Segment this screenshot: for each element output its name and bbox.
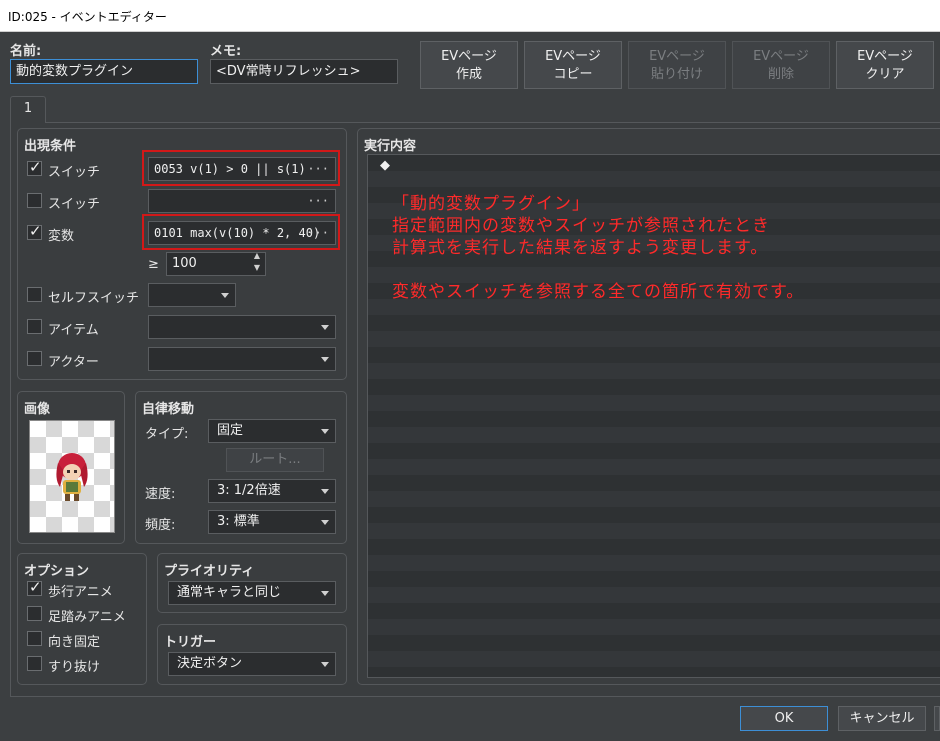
- event-image-preview[interactable]: [29, 420, 115, 533]
- chevron-down-icon: [321, 591, 329, 596]
- button-line2: 削除: [767, 67, 794, 82]
- variable-value: 0101 max(v(10) * 2, 40): [154, 226, 321, 240]
- cancel-button[interactable]: キャンセル: [838, 706, 926, 731]
- speed-value: 3: 1/2倍速: [217, 483, 281, 498]
- button-line2: コピー: [553, 67, 593, 82]
- variable-number-input[interactable]: 100 ▲ ▼: [166, 252, 266, 276]
- window-title: ID:025 - イベントエディター: [8, 10, 167, 24]
- ev-page-create-button[interactable]: EVページ 作成: [420, 41, 518, 89]
- self-switch-dropdown[interactable]: [148, 283, 236, 307]
- walking-anime-label: 歩行アニメ: [48, 585, 113, 600]
- button-line2: 作成: [455, 67, 482, 82]
- stepping-anime-label: 足踏みアニメ: [48, 610, 126, 625]
- ev-page-delete-button[interactable]: EVページ 削除: [732, 41, 830, 89]
- self-switch-label: セルフスイッチ: [48, 291, 140, 306]
- button-line1: EVページ: [857, 49, 913, 64]
- ellipsis-icon: ···: [307, 194, 329, 208]
- comment-line: 計算式を実行した結果を返すよう変更します。: [392, 238, 769, 258]
- chevron-down-icon: [321, 357, 329, 362]
- execution-title: 実行内容: [364, 139, 417, 154]
- ev-page-paste-button[interactable]: EVページ 貼り付け: [628, 41, 726, 89]
- switch1-value: 0053 v(1) > 0 || s(1): [154, 162, 306, 176]
- conditions-title: 出現条件: [24, 139, 77, 154]
- type-dropdown[interactable]: 固定: [208, 419, 336, 443]
- button-line1: EVページ: [753, 49, 809, 64]
- priority-value: 通常キャラと同じ: [177, 585, 282, 600]
- variable-label: 変数: [48, 229, 75, 244]
- switch1-checkbox[interactable]: [27, 158, 42, 176]
- button-line1: EVページ: [441, 49, 497, 64]
- direction-fix-label: 向き固定: [48, 635, 101, 650]
- variable-checkbox[interactable]: [27, 222, 42, 240]
- switch2-selector[interactable]: ···: [148, 189, 336, 213]
- actor-label: アクター: [48, 355, 99, 370]
- title-bar: ID:025 - イベントエディター: [0, 0, 940, 32]
- item-dropdown[interactable]: [148, 315, 336, 339]
- comment-line: 「動的変数プラグイン」: [392, 194, 590, 214]
- memo-label: メモ:: [210, 44, 242, 59]
- chevron-down-icon: [321, 429, 329, 434]
- walking-anime-checkbox[interactable]: [27, 578, 42, 596]
- through-label: すり抜け: [48, 660, 101, 675]
- item-label: アイテム: [48, 323, 99, 338]
- direction-fix-checkbox[interactable]: [27, 631, 42, 646]
- type-value: 固定: [217, 423, 244, 438]
- frequency-dropdown[interactable]: 3: 標準: [208, 510, 336, 534]
- button-line2: 貼り付け: [650, 67, 703, 82]
- chevron-down-icon: [321, 489, 329, 494]
- actor-dropdown[interactable]: [148, 347, 336, 371]
- name-input[interactable]: 動的変数プラグイン: [10, 59, 198, 84]
- ok-button[interactable]: OK: [740, 706, 828, 731]
- switch1-label: スイッチ: [48, 165, 101, 180]
- self-switch-checkbox[interactable]: [27, 287, 42, 302]
- button-line1: EVページ: [545, 49, 601, 64]
- ellipsis-icon: ···: [307, 226, 329, 240]
- actor-checkbox[interactable]: [27, 351, 42, 366]
- spinner-down-icon[interactable]: ▼: [254, 262, 260, 273]
- memo-input[interactable]: <DV常時リフレッシュ>: [210, 59, 398, 84]
- speed-dropdown[interactable]: 3: 1/2倍速: [208, 479, 336, 503]
- variable-selector[interactable]: 0101 max(v(10) * 2, 40) ···: [148, 221, 336, 245]
- stepping-anime-checkbox[interactable]: [27, 606, 42, 621]
- options-title: オプション: [24, 564, 90, 579]
- spinner-up-icon[interactable]: ▲: [254, 253, 260, 261]
- ev-page-clear-button[interactable]: EVページ クリア: [836, 41, 934, 89]
- frequency-label: 頻度:: [145, 518, 176, 533]
- priority-dropdown[interactable]: 通常キャラと同じ: [168, 581, 336, 605]
- trigger-dropdown[interactable]: 決定ボタン: [168, 652, 336, 676]
- execution-command-list[interactable]: ◆ 「動的変数プラグイン」 指定範囲内の変数やスイッチが参照されたとき 計算式を…: [367, 154, 940, 678]
- switch2-checkbox[interactable]: [27, 193, 42, 208]
- comment-line: 変数やスイッチを参照する全ての箇所で有効です。: [392, 282, 805, 302]
- tab-page-1[interactable]: 1: [10, 96, 46, 123]
- chevron-down-icon: [221, 293, 229, 298]
- chevron-down-icon: [321, 662, 329, 667]
- chevron-down-icon: [321, 325, 329, 330]
- switch2-label: スイッチ: [48, 197, 101, 212]
- speed-label: 速度:: [145, 487, 176, 502]
- type-label: タイプ:: [145, 427, 189, 442]
- image-title: 画像: [24, 402, 51, 417]
- command-bullet-icon: ◆: [380, 158, 390, 173]
- ellipsis-icon: ···: [307, 162, 329, 176]
- route-button[interactable]: ルート...: [226, 448, 324, 472]
- frequency-value: 3: 標準: [217, 514, 260, 529]
- chevron-down-icon: [321, 520, 329, 525]
- operator-label: ≥: [148, 257, 159, 272]
- tab-label: 1: [23, 101, 33, 116]
- variable-number-value: 100: [172, 256, 197, 271]
- button-line1: EVページ: [649, 49, 705, 64]
- apply-button-partial[interactable]: [934, 706, 940, 731]
- autonomous-title: 自律移動: [142, 402, 195, 417]
- button-line2: クリア: [865, 67, 905, 82]
- name-label: 名前:: [10, 44, 42, 59]
- character-sprite-icon: [56, 453, 88, 501]
- comment-line: 指定範囲内の変数やスイッチが参照されたとき: [392, 216, 770, 236]
- priority-title: プライオリティ: [164, 564, 255, 579]
- ev-page-copy-button[interactable]: EVページ コピー: [524, 41, 622, 89]
- through-checkbox[interactable]: [27, 656, 42, 671]
- trigger-title: トリガー: [164, 635, 217, 650]
- switch1-selector[interactable]: 0053 v(1) > 0 || s(1) ···: [148, 157, 336, 181]
- trigger-value: 決定ボタン: [177, 656, 243, 671]
- item-checkbox[interactable]: [27, 319, 42, 334]
